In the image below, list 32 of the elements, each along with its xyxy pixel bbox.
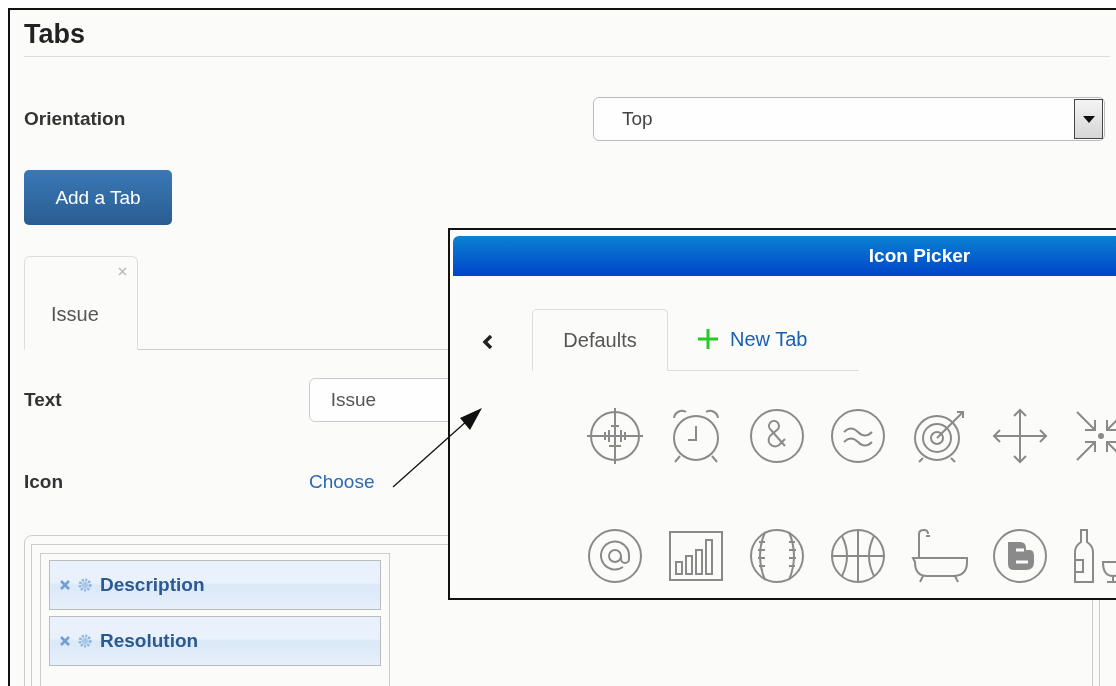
at-sign-icon[interactable] [585, 526, 645, 586]
close-icon[interactable] [118, 267, 127, 276]
field-name: Description [100, 574, 205, 596]
field-label: Text [24, 389, 63, 411]
remove-icon[interactable] [60, 636, 70, 646]
choose-link[interactable]: Choose [309, 471, 375, 493]
gear-icon[interactable] [78, 578, 92, 592]
field-name: Resolution [100, 630, 199, 652]
crosshair-icon[interactable] [585, 406, 645, 466]
section-title: Tabs [24, 18, 1110, 57]
baseball-icon[interactable] [747, 526, 807, 586]
tab[interactable]: Defaults [532, 309, 668, 371]
bottle-glass-icon[interactable] [1071, 526, 1116, 586]
field-label: Icon [24, 471, 65, 493]
caret-icon [1082, 115, 1095, 123]
plus-icon[interactable] [698, 329, 718, 349]
chevron-left-icon[interactable] [481, 334, 493, 350]
field-label: Orientation [24, 108, 127, 130]
gear-icon[interactable] [78, 634, 92, 648]
tab[interactable]: Issue [24, 256, 138, 350]
basketball-icon[interactable] [828, 526, 888, 586]
new-tab-link[interactable]: New Tab [730, 327, 808, 351]
field-item[interactable]: Resolution [49, 616, 381, 666]
wave-icon[interactable] [828, 406, 888, 466]
add-tab-button[interactable]: Add a Tab [24, 170, 172, 225]
blog-badge-icon[interactable] [990, 526, 1050, 586]
field-item[interactable]: Description [49, 560, 381, 610]
move-arrows-icon[interactable] [990, 406, 1050, 466]
orientation-select[interactable]: Top [593, 97, 1105, 141]
dialog-title: Icon Picker [453, 236, 1116, 276]
remove-icon[interactable] [60, 580, 70, 590]
ampersand-icon[interactable] [747, 406, 807, 466]
